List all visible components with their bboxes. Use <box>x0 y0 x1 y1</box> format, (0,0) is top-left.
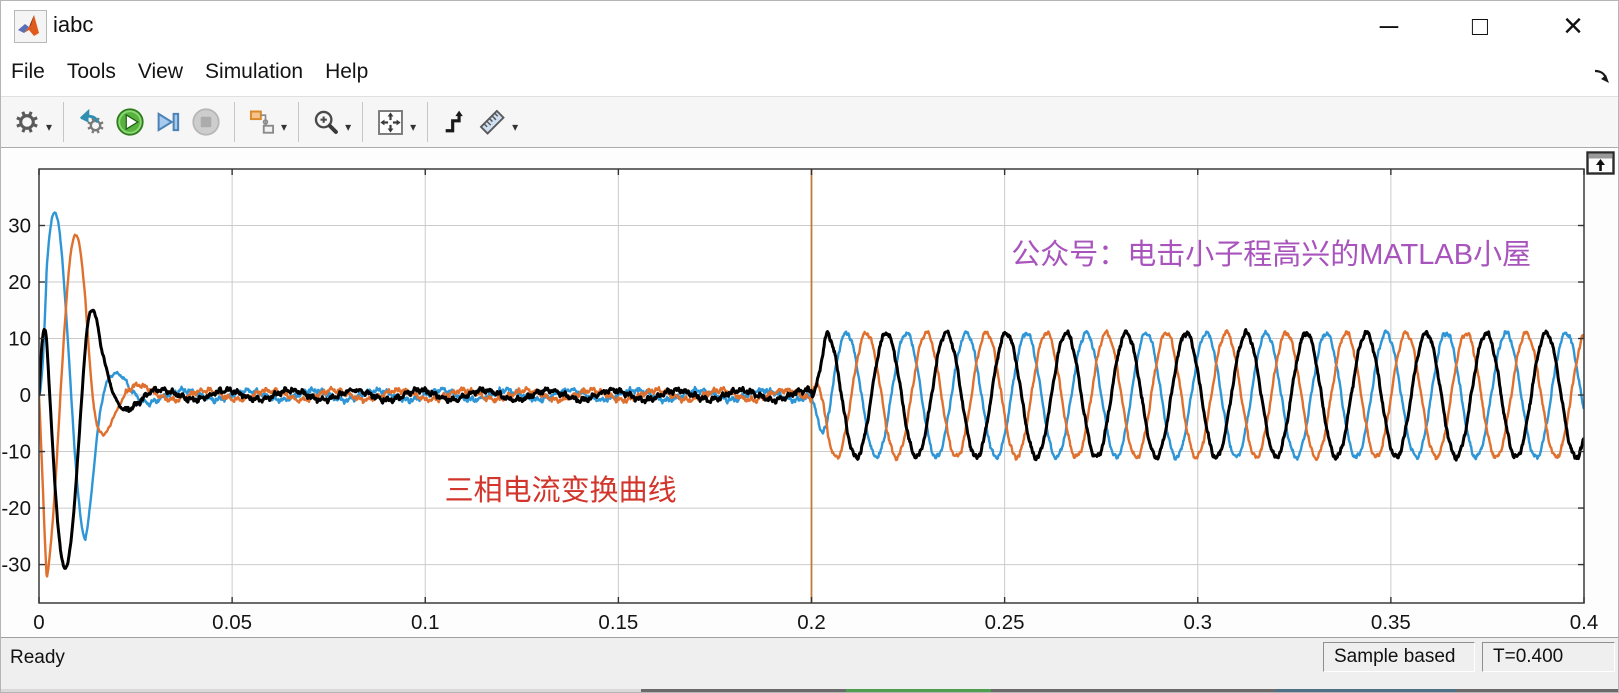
sample-mode-panel: Sample based <box>1323 642 1475 672</box>
run-button[interactable] <box>111 100 149 144</box>
y-tick-label: 0 <box>20 384 31 407</box>
dropdown-caret[interactable]: ▾ <box>46 120 52 134</box>
zoom-in-button[interactable] <box>308 100 344 144</box>
scope-window: iabc ─ □ × File Tools View Simulation Help ▾… <box>0 0 1619 693</box>
measurements-button[interactable] <box>473 100 511 144</box>
plot-area[interactable]: 0 0.05 0.1 0.15 0.2 0.25 0.3 0.35 0.4 30 20 10 0 -10 -… <box>1 149 1619 637</box>
goto-block-button[interactable] <box>73 100 111 144</box>
signal-selector-icon <box>248 108 276 136</box>
settings-gear-button[interactable] <box>9 100 45 144</box>
dropdown-caret[interactable]: ▾ <box>410 120 416 134</box>
title-bar: iabc ─ □ × <box>1 1 1618 51</box>
x-tick-label: 0.15 <box>598 611 638 634</box>
toolbar-separator <box>234 102 236 142</box>
x-tick-label: 0.2 <box>797 611 826 634</box>
red-label: 三相电流变换曲线 <box>445 474 677 507</box>
step-forward-button[interactable] <box>149 100 187 144</box>
y-tick-label: -30 <box>1 554 31 577</box>
menu-tools[interactable]: Tools <box>56 51 127 84</box>
menu-file[interactable]: File <box>1 51 56 84</box>
toolbar: ▾ ▾ ▾ ▾ ▾ <box>1 96 1618 148</box>
dropdown-caret[interactable]: ▾ <box>281 120 287 134</box>
x-tick-label: 0.3 <box>1184 611 1213 634</box>
dropdown-caret[interactable]: ▾ <box>345 120 351 134</box>
dropdown-caret[interactable]: ▾ <box>512 120 518 134</box>
close-button[interactable]: × <box>1547 1 1599 51</box>
restore-toolbar-icon[interactable] <box>1586 151 1615 180</box>
zoom-in-icon <box>312 108 340 136</box>
signal-selector-button[interactable] <box>244 100 280 144</box>
menu-bar: File Tools View Simulation Help <box>1 51 1618 96</box>
x-tick-label: 0.1 <box>411 611 440 634</box>
toolbar-separator <box>427 102 429 142</box>
maximize-button[interactable]: □ <box>1454 1 1506 51</box>
toolbar-separator <box>362 102 364 142</box>
menu-simulation[interactable]: Simulation <box>194 51 314 84</box>
fit-to-view-icon <box>376 108 405 137</box>
settings-gear-icon <box>13 108 41 136</box>
x-tick-label: 0.05 <box>212 611 252 634</box>
purple-label: 公众号：电击小子程高兴的MATLAB小屋 <box>1011 238 1531 271</box>
x-tick-label: 0.35 <box>1371 611 1411 634</box>
plot-canvas[interactable]: 0 0.05 0.1 0.15 0.2 0.25 0.3 0.35 0.4 30 20 10 0 -10 -… <box>1 149 1619 637</box>
fit-to-view-button[interactable] <box>372 100 409 144</box>
menu-view[interactable]: View <box>127 51 194 84</box>
x-tick-label: 0 <box>33 611 44 634</box>
matlab-logo-icon <box>14 10 47 43</box>
y-tick-label: -20 <box>1 497 31 520</box>
status-bar: Ready Sample based T=0.400 <box>1 637 1618 692</box>
y-tick-label: 20 <box>8 271 31 294</box>
minimize-button[interactable]: ─ <box>1363 1 1415 51</box>
stop-icon <box>191 107 221 137</box>
menu-help[interactable]: Help <box>314 51 379 84</box>
y-tick-label: 10 <box>8 328 31 351</box>
dock-scope-icon[interactable] <box>1593 69 1610 90</box>
step-forward-icon <box>153 107 183 137</box>
goto-block-icon <box>77 108 107 136</box>
toolbar-separator <box>63 102 65 142</box>
stop-button <box>187 100 225 144</box>
x-tick-label: 0.25 <box>985 611 1025 634</box>
trigger-icon <box>441 108 469 136</box>
measurements-icon <box>477 107 507 137</box>
trigger-button[interactable] <box>437 100 473 144</box>
y-tick-label: 30 <box>8 215 31 238</box>
taskbar-sliver <box>1 689 1618 692</box>
x-tick-label: 0.4 <box>1570 611 1599 634</box>
toolbar-separator <box>298 102 300 142</box>
sim-time-panel: T=0.400 <box>1482 642 1615 672</box>
y-tick-label: -10 <box>1 441 31 464</box>
run-icon <box>115 107 145 137</box>
window-title: iabc <box>53 12 94 37</box>
status-text: Ready <box>10 647 65 668</box>
